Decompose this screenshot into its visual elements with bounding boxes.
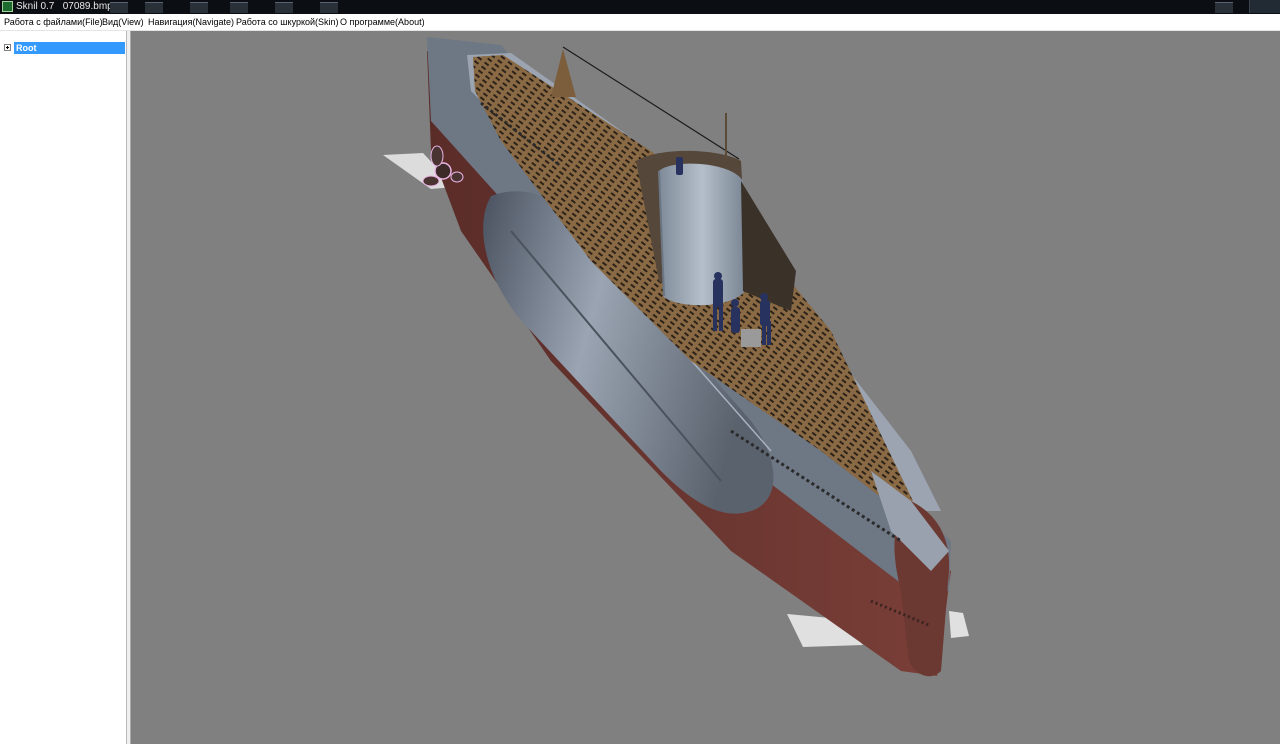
deck-gun-base — [741, 329, 761, 347]
app-icon — [2, 1, 13, 12]
background-taskbar-icon — [190, 2, 208, 13]
submarine-model — [383, 37, 969, 677]
bow-plane-right — [949, 611, 969, 638]
title-bar: Sknil 0.7 07089.bmp — [0, 0, 1280, 14]
expand-icon[interactable] — [4, 44, 11, 51]
tree-node-root[interactable]: Root — [4, 42, 125, 54]
stern-pole — [551, 49, 576, 97]
tree-node-root-label[interactable]: Root — [14, 42, 125, 54]
background-taskbar-icon — [320, 2, 338, 13]
window-title: Sknil 0.7 07089.bmp — [16, 1, 113, 12]
menu-bar: Работа с файлами(File) Вид(View) Навигац… — [0, 14, 1280, 31]
menu-view[interactable]: Вид(View) — [102, 14, 144, 30]
menu-skin[interactable]: Работа со шкуркой(Skin) — [236, 14, 339, 30]
background-taskbar-icon — [275, 2, 293, 13]
background-taskbar-icon — [230, 2, 248, 13]
menu-navigate[interactable]: Навигация(Navigate) — [148, 14, 234, 30]
background-taskbar-icon — [145, 2, 163, 13]
3d-viewport[interactable] — [131, 31, 1280, 744]
tree-panel: Root — [0, 31, 127, 744]
background-taskbar-icon — [1215, 2, 1233, 13]
background-taskbar-icon — [110, 2, 128, 13]
window-control-button[interactable] — [1249, 0, 1280, 13]
menu-about[interactable]: О программе(About) — [340, 14, 425, 30]
menu-file[interactable]: Работа с файлами(File) — [4, 14, 103, 30]
conning-tower — [659, 163, 745, 306]
